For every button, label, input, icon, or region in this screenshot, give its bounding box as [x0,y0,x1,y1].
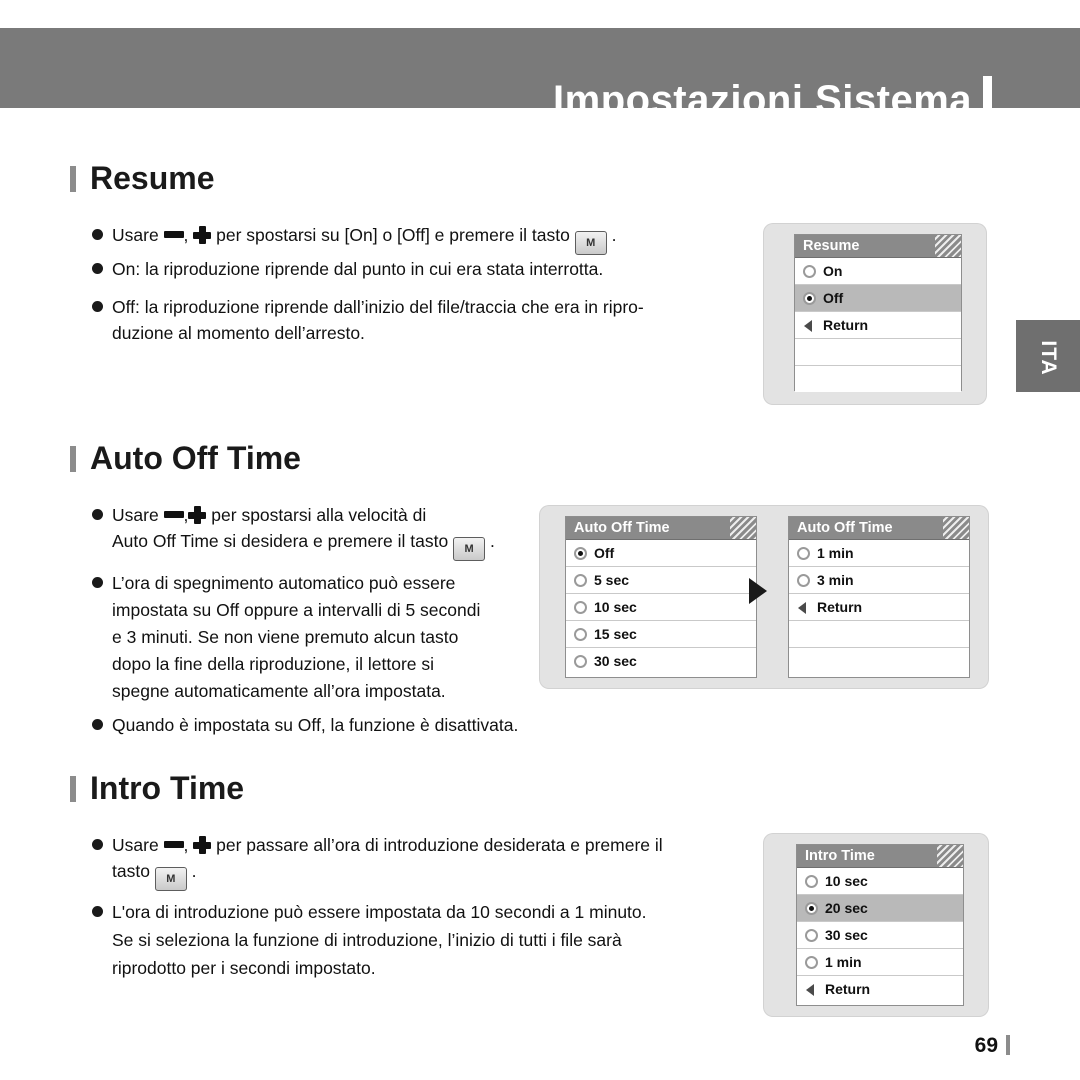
bullet-icon [92,509,103,520]
bullet-icon [92,906,103,917]
device-screen-auto-off-time: Auto Off Time Off 5 sec 10 sec 15 sec 30… [540,506,988,688]
autooff-paragraph-1: Usare , per spostarsi alla velocità di A… [92,502,562,561]
list-item[interactable]: 15 sec [566,621,756,648]
bullet-icon [92,263,103,274]
list-item [789,621,969,648]
section-tick-icon [70,776,76,802]
list-item[interactable]: 1 min [797,949,963,976]
device-screen-intro-time: Intro Time 10 sec 20 sec 30 sec 1 min Re… [764,834,988,1016]
bullet-icon [92,839,103,850]
introtime-paragraph-2: L'ora di introduzione può essere imposta… [92,898,772,982]
radio-icon [803,264,816,278]
bullet-icon [92,719,103,730]
autooff-paragraph-2: L’ora di spegnimento automatico può esse… [92,570,562,705]
minus-key-icon [163,511,184,518]
radio-icon [574,654,587,668]
list-item[interactable]: 3 min [789,567,969,594]
radio-icon [574,600,587,614]
list-item[interactable]: 30 sec [797,922,963,949]
list-item[interactable]: Return [789,594,969,621]
minus-key-icon [163,841,184,848]
section-title-auto-off-time: Auto Off Time [70,440,301,477]
return-icon [797,601,810,614]
arrow-right-icon [749,578,767,604]
radio-icon [797,546,810,560]
scrollbar-hatch [730,517,756,539]
list-item[interactable]: On [795,258,961,285]
page-header: Impostazioni Sistema [0,28,1080,128]
list-item [789,648,969,674]
radio-icon [805,928,818,942]
list-item[interactable]: 5 sec [566,567,756,594]
list-item[interactable]: 20 sec [797,895,963,922]
radio-icon-selected [803,291,816,305]
resume-paragraph-1: Usare , per spostarsi su [On] o [Off] e … [92,222,732,255]
mode-key-icon: M [574,231,607,255]
radio-icon [574,573,587,587]
return-icon [805,983,818,996]
list-item[interactable]: Return [797,976,963,1002]
screen-title-auto-off-right: Auto Off Time [789,517,969,540]
language-tab-label: ITA [1037,340,1060,376]
resume-paragraph-2: On: la riproduzione riprende dal punto i… [92,256,752,282]
radio-icon [574,627,587,641]
plus-key-icon [188,506,207,524]
return-icon [803,319,816,332]
section-title-resume: Resume [70,160,215,197]
screen-title-resume: Resume [795,235,961,258]
radio-icon [805,874,818,888]
section-tick-icon [70,446,76,472]
mode-key-icon: M [154,867,187,891]
list-item[interactable]: 10 sec [566,594,756,621]
list-item[interactable]: 1 min [789,540,969,567]
screen-title-auto-off-left: Auto Off Time [566,517,756,540]
plus-key-icon [193,226,212,244]
list-item[interactable]: 10 sec [797,868,963,895]
screen-title-intro-time: Intro Time [797,845,963,868]
scrollbar-hatch [935,235,961,257]
introtime-paragraph-1: Usare , per passare all’ora di introduzi… [92,832,772,891]
radio-icon [797,573,810,587]
mode-key-icon: M [453,537,486,561]
page-number-bar [1006,1035,1010,1055]
radio-icon-selected [805,901,818,915]
section-title-intro-time: Intro Time [70,770,244,807]
page-number: 69 [975,1034,1010,1058]
scrollbar-hatch [943,517,969,539]
minus-key-icon [163,231,184,238]
bullet-icon [92,577,103,588]
plus-key-icon [193,836,212,854]
list-item[interactable]: 30 sec [566,648,756,674]
radio-icon [805,955,818,969]
section-tick-icon [70,166,76,192]
resume-paragraph-3: Off: la riproduzione riprende dall’inizi… [92,294,772,346]
autooff-paragraph-3: Quando è impostata su Off, la funzione è… [92,712,712,738]
list-item [795,366,961,392]
radio-icon-selected [574,546,587,560]
page-title: Impostazioni Sistema [553,78,972,122]
list-item[interactable]: Off [795,285,961,312]
list-item [795,339,961,366]
header-accent-bar [983,76,992,128]
list-item[interactable]: Return [795,312,961,339]
language-tab-ita: ITA [1016,320,1080,392]
device-screen-resume: Resume On Off Return [764,224,986,404]
bullet-icon [92,301,103,312]
list-item[interactable]: Off [566,540,756,567]
bullet-icon [92,229,103,240]
scrollbar-hatch [937,845,963,867]
